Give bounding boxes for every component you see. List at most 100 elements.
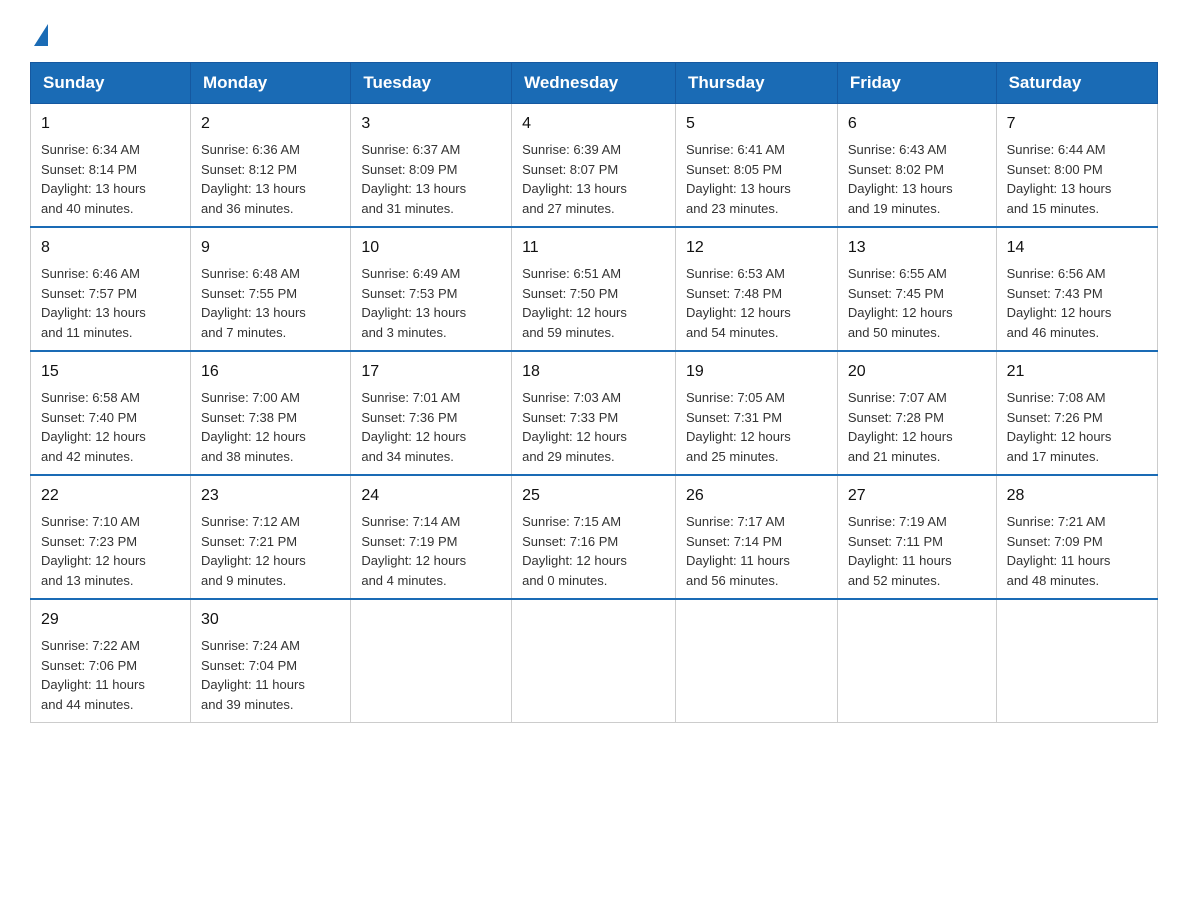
day-info: Sunrise: 6:49 AM Sunset: 7:53 PM Dayligh…: [361, 264, 501, 342]
day-info: Sunrise: 7:24 AM Sunset: 7:04 PM Dayligh…: [201, 636, 340, 714]
day-number: 22: [41, 484, 180, 508]
day-number: 6: [848, 112, 986, 136]
day-header-sunday: Sunday: [31, 63, 191, 104]
day-number: 24: [361, 484, 501, 508]
day-header-thursday: Thursday: [676, 63, 838, 104]
day-number: 15: [41, 360, 180, 384]
day-number: 12: [686, 236, 827, 260]
calendar-cell: [837, 599, 996, 723]
calendar-week-row: 1Sunrise: 6:34 AM Sunset: 8:14 PM Daylig…: [31, 104, 1158, 228]
calendar-cell: 12 Sunrise: 6:53 AM Sunset: 7:48 PM Dayli…: [676, 227, 838, 351]
calendar-cell: 26 Sunrise: 7:17 AM Sunset: 7:14 PM Dayli…: [676, 475, 838, 599]
day-number: 10: [361, 236, 501, 260]
calendar-cell: 14 Sunrise: 6:56 AM Sunset: 7:43 PM Dayli…: [996, 227, 1157, 351]
calendar-cell: 17Sunrise: 7:01 AM Sunset: 7:36 PM Dayli…: [351, 351, 512, 475]
calendar-cell: 6 Sunrise: 6:43 AM Sunset: 8:02 PM Daylig…: [837, 104, 996, 228]
calendar-cell: 28 Sunrise: 7:21 AM Sunset: 7:09 PM Dayli…: [996, 475, 1157, 599]
day-number: 23: [201, 484, 340, 508]
day-info: Sunrise: 6:56 AM Sunset: 7:43 PM Dayligh…: [1007, 264, 1147, 342]
day-number: 1: [41, 112, 180, 136]
day-number: 30: [201, 608, 340, 632]
calendar-cell: 9Sunrise: 6:48 AM Sunset: 7:55 PM Daylig…: [191, 227, 351, 351]
day-number: 26: [686, 484, 827, 508]
calendar-week-row: 15 Sunrise: 6:58 AM Sunset: 7:40 PM Dayli…: [31, 351, 1158, 475]
day-info: Sunrise: 7:00 AM Sunset: 7:38 PM Dayligh…: [201, 388, 340, 466]
day-info: Sunrise: 7:05 AM Sunset: 7:31 PM Dayligh…: [686, 388, 827, 466]
calendar-cell: 29 Sunrise: 7:22 AM Sunset: 7:06 PM Dayli…: [31, 599, 191, 723]
day-number: 28: [1007, 484, 1147, 508]
day-info: Sunrise: 7:07 AM Sunset: 7:28 PM Dayligh…: [848, 388, 986, 466]
day-header-saturday: Saturday: [996, 63, 1157, 104]
day-number: 8: [41, 236, 180, 260]
day-info: Sunrise: 7:15 AM Sunset: 7:16 PM Dayligh…: [522, 512, 665, 590]
day-number: 9: [201, 236, 340, 260]
day-number: 19: [686, 360, 827, 384]
day-number: 13: [848, 236, 986, 260]
day-number: 16: [201, 360, 340, 384]
day-info: Sunrise: 7:08 AM Sunset: 7:26 PM Dayligh…: [1007, 388, 1147, 466]
day-number: 18: [522, 360, 665, 384]
day-number: 11: [522, 236, 665, 260]
calendar-cell: 19 Sunrise: 7:05 AM Sunset: 7:31 PM Dayli…: [676, 351, 838, 475]
day-info: Sunrise: 7:21 AM Sunset: 7:09 PM Dayligh…: [1007, 512, 1147, 590]
day-info: Sunrise: 6:58 AM Sunset: 7:40 PM Dayligh…: [41, 388, 180, 466]
calendar-cell: 7 Sunrise: 6:44 AM Sunset: 8:00 PM Daylig…: [996, 104, 1157, 228]
calendar-cell: 10 Sunrise: 6:49 AM Sunset: 7:53 PM Dayli…: [351, 227, 512, 351]
day-info: Sunrise: 6:43 AM Sunset: 8:02 PM Dayligh…: [848, 140, 986, 218]
day-info: Sunrise: 7:01 AM Sunset: 7:36 PM Dayligh…: [361, 388, 501, 466]
calendar-week-row: 22 Sunrise: 7:10 AM Sunset: 7:23 PM Dayli…: [31, 475, 1158, 599]
day-number: 29: [41, 608, 180, 632]
day-number: 14: [1007, 236, 1147, 260]
day-number: 3: [361, 112, 501, 136]
day-number: 21: [1007, 360, 1147, 384]
calendar-cell: 15 Sunrise: 6:58 AM Sunset: 7:40 PM Dayli…: [31, 351, 191, 475]
calendar-cell: 27Sunrise: 7:19 AM Sunset: 7:11 PM Dayli…: [837, 475, 996, 599]
calendar-week-row: 29 Sunrise: 7:22 AM Sunset: 7:06 PM Dayli…: [31, 599, 1158, 723]
calendar-cell: 21 Sunrise: 7:08 AM Sunset: 7:26 PM Dayli…: [996, 351, 1157, 475]
day-info: Sunrise: 6:53 AM Sunset: 7:48 PM Dayligh…: [686, 264, 827, 342]
calendar-cell: [996, 599, 1157, 723]
day-info: Sunrise: 6:51 AM Sunset: 7:50 PM Dayligh…: [522, 264, 665, 342]
calendar-cell: 25 Sunrise: 7:15 AM Sunset: 7:16 PM Dayli…: [512, 475, 676, 599]
calendar-cell: 23 Sunrise: 7:12 AM Sunset: 7:21 PM Dayli…: [191, 475, 351, 599]
calendar-cell: 18 Sunrise: 7:03 AM Sunset: 7:33 PM Dayli…: [512, 351, 676, 475]
day-number: 7: [1007, 112, 1147, 136]
calendar-cell: 3 Sunrise: 6:37 AM Sunset: 8:09 PM Daylig…: [351, 104, 512, 228]
day-info: Sunrise: 6:39 AM Sunset: 8:07 PM Dayligh…: [522, 140, 665, 218]
logo: [30, 20, 48, 46]
day-info: Sunrise: 6:44 AM Sunset: 8:00 PM Dayligh…: [1007, 140, 1147, 218]
calendar-cell: 4 Sunrise: 6:39 AM Sunset: 8:07 PM Daylig…: [512, 104, 676, 228]
calendar-cell: 30 Sunrise: 7:24 AM Sunset: 7:04 PM Dayli…: [191, 599, 351, 723]
calendar-cell: 13 Sunrise: 6:55 AM Sunset: 7:45 PM Dayli…: [837, 227, 996, 351]
day-number: 27: [848, 484, 986, 508]
day-number: 4: [522, 112, 665, 136]
calendar-cell: 24Sunrise: 7:14 AM Sunset: 7:19 PM Dayli…: [351, 475, 512, 599]
day-info: Sunrise: 7:03 AM Sunset: 7:33 PM Dayligh…: [522, 388, 665, 466]
calendar-table: SundayMondayTuesdayWednesdayThursdayFrid…: [30, 62, 1158, 723]
page-header: [30, 20, 1158, 46]
day-header-monday: Monday: [191, 63, 351, 104]
calendar-cell: 5Sunrise: 6:41 AM Sunset: 8:05 PM Daylig…: [676, 104, 838, 228]
calendar-cell: 8 Sunrise: 6:46 AM Sunset: 7:57 PM Daylig…: [31, 227, 191, 351]
day-info: Sunrise: 7:12 AM Sunset: 7:21 PM Dayligh…: [201, 512, 340, 590]
day-info: Sunrise: 6:37 AM Sunset: 8:09 PM Dayligh…: [361, 140, 501, 218]
day-info: Sunrise: 7:17 AM Sunset: 7:14 PM Dayligh…: [686, 512, 827, 590]
day-info: Sunrise: 6:46 AM Sunset: 7:57 PM Dayligh…: [41, 264, 180, 342]
day-header-tuesday: Tuesday: [351, 63, 512, 104]
calendar-cell: [676, 599, 838, 723]
calendar-cell: 22 Sunrise: 7:10 AM Sunset: 7:23 PM Dayli…: [31, 475, 191, 599]
calendar-cell: 16 Sunrise: 7:00 AM Sunset: 7:38 PM Dayli…: [191, 351, 351, 475]
calendar-header-row: SundayMondayTuesdayWednesdayThursdayFrid…: [31, 63, 1158, 104]
day-info: Sunrise: 6:41 AM Sunset: 8:05 PM Dayligh…: [686, 140, 827, 218]
day-info: Sunrise: 7:22 AM Sunset: 7:06 PM Dayligh…: [41, 636, 180, 714]
day-info: Sunrise: 6:36 AM Sunset: 8:12 PM Dayligh…: [201, 140, 340, 218]
calendar-cell: [512, 599, 676, 723]
day-number: 25: [522, 484, 665, 508]
calendar-week-row: 8 Sunrise: 6:46 AM Sunset: 7:57 PM Daylig…: [31, 227, 1158, 351]
day-info: Sunrise: 7:10 AM Sunset: 7:23 PM Dayligh…: [41, 512, 180, 590]
calendar-cell: 20Sunrise: 7:07 AM Sunset: 7:28 PM Dayli…: [837, 351, 996, 475]
day-info: Sunrise: 6:55 AM Sunset: 7:45 PM Dayligh…: [848, 264, 986, 342]
logo-triangle-icon: [34, 24, 48, 46]
calendar-cell: [351, 599, 512, 723]
calendar-cell: 1Sunrise: 6:34 AM Sunset: 8:14 PM Daylig…: [31, 104, 191, 228]
